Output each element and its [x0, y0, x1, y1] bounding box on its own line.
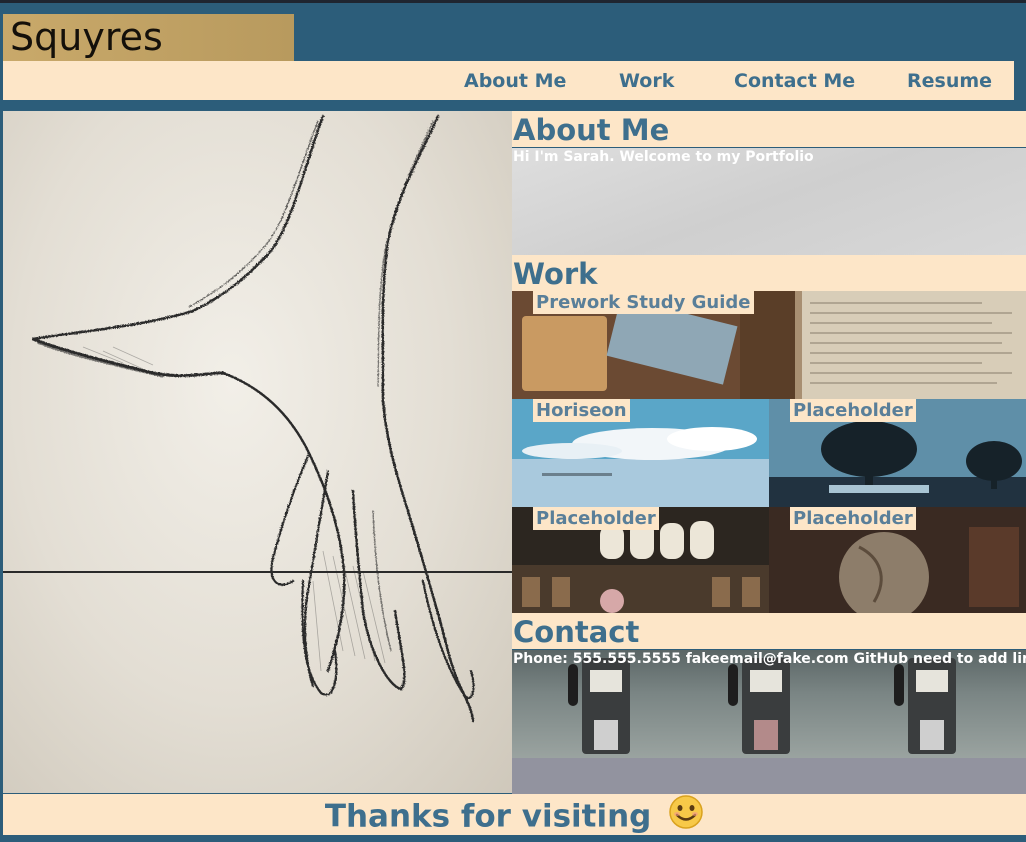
about-text: Hi I'm Sarah. Welcome to my Portfolio	[513, 149, 814, 165]
work-card-title: Placeholder	[533, 507, 659, 530]
work-card-title: Horiseon	[533, 399, 630, 422]
work-card-placeholder-3[interactable]: Placeholder	[769, 507, 1026, 613]
nav-about-me[interactable]: About Me	[464, 61, 566, 100]
nav-contact-me[interactable]: Contact Me	[734, 61, 855, 100]
work-card-placeholder-1[interactable]: Placeholder	[769, 399, 1026, 507]
work-card-placeholder-2[interactable]: Placeholder	[512, 507, 769, 613]
site-logo[interactable]: Squyres	[3, 14, 294, 61]
footer: Thanks for visiting	[3, 794, 1026, 835]
contact-bottom-strip	[512, 758, 1026, 794]
work-card-horiseon[interactable]: Horiseon	[512, 399, 769, 507]
contact-heading: Contact	[512, 613, 1026, 649]
nav-resume[interactable]: Resume	[907, 61, 992, 100]
contact-panel-payphones-bg: Phone: 555.555.5555 fakeemail@fake.com G…	[512, 650, 1026, 758]
work-card-title: Placeholder	[790, 507, 916, 530]
image-seam-line	[3, 571, 512, 573]
work-card-title: Placeholder	[790, 399, 916, 422]
about-heading: About Me	[512, 111, 1026, 147]
hand-sketch-drawing	[31, 114, 475, 723]
contact-details: Phone: 555.555.5555 fakeemail@fake.com G…	[513, 651, 1026, 667]
work-heading: Work	[512, 255, 1026, 291]
hero-hand-sketch-image	[3, 111, 512, 793]
work-card-title: Prework Study Guide	[533, 291, 754, 314]
about-panel-paper-bg: Hi I'm Sarah. Welcome to my Portfolio	[512, 148, 1026, 255]
window-top-border	[0, 0, 1026, 3]
nav-work[interactable]: Work	[619, 61, 674, 100]
work-card-prework[interactable]: Prework Study Guide	[512, 291, 1026, 399]
footer-text: Thanks for visiting	[324, 798, 652, 835]
main-nav: About Me Work Contact Me Resume	[3, 61, 1014, 100]
